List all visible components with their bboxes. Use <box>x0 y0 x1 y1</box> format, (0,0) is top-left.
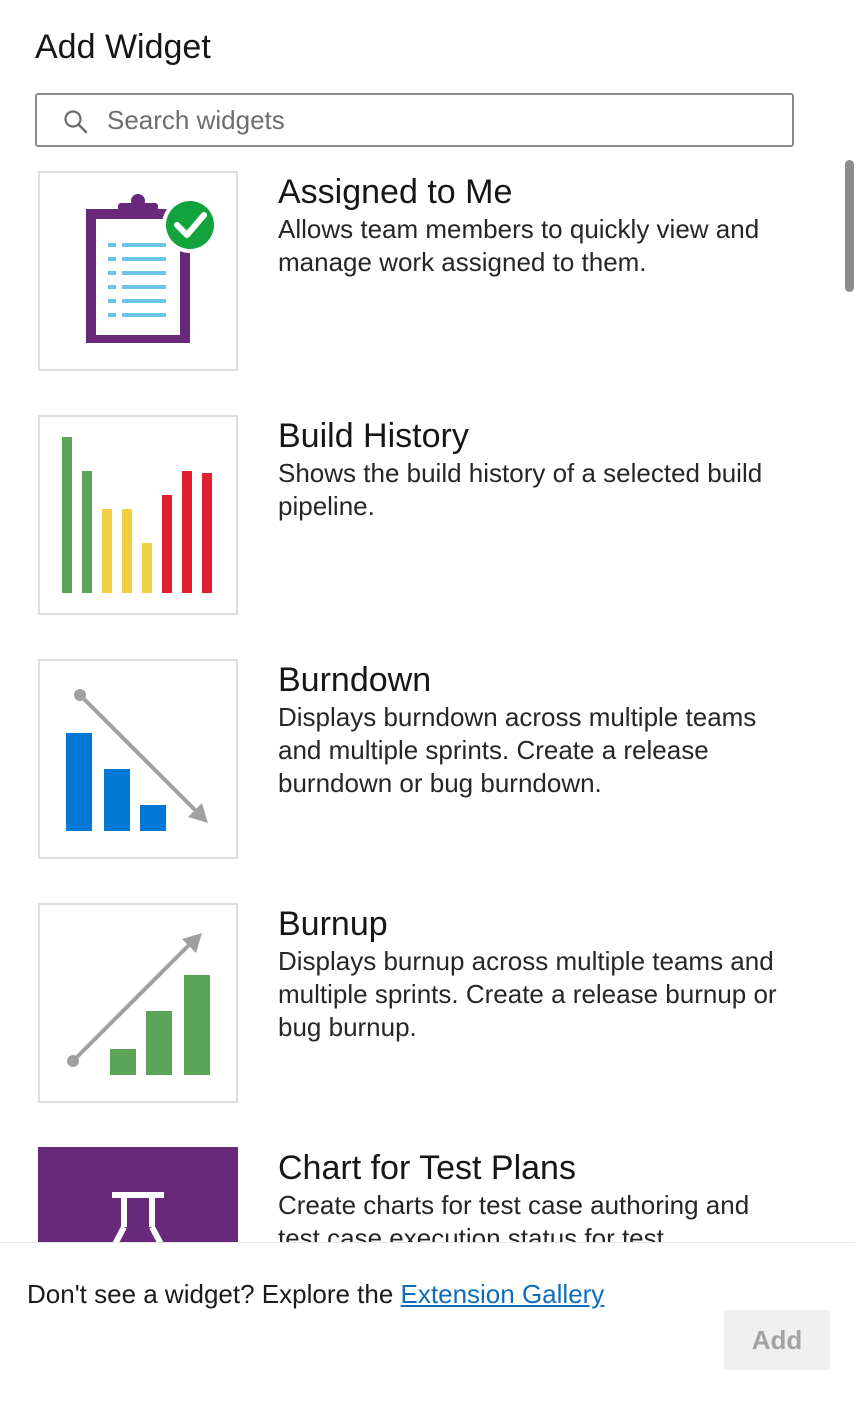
widget-item-burndown[interactable]: Burndown Displays burndown across multip… <box>38 659 818 859</box>
widget-description: Shows the build history of a selected bu… <box>278 458 763 521</box>
widget-thumbnail <box>38 659 238 859</box>
widget-thumbnail <box>38 415 238 615</box>
widget-description: Displays burnup across multiple teams an… <box>278 946 777 1042</box>
search-icon <box>64 110 88 134</box>
widget-thumbnail <box>38 1147 238 1242</box>
panel-title: Add Widget <box>35 28 211 66</box>
clipboard-check-icon <box>86 194 218 343</box>
test-flask-icon <box>112 1192 164 1242</box>
bar-history-icon <box>62 437 212 593</box>
widget-title: Burndown <box>278 661 432 699</box>
widget-thumbnail <box>38 903 238 1103</box>
add-button[interactable]: Add <box>724 1310 830 1370</box>
search-box[interactable] <box>35 93 794 147</box>
footer-message: Don't see a widget? Explore the Extensio… <box>27 1279 604 1310</box>
widget-item-chart-for-test-plans[interactable]: Chart for Test Plans Create charts for t… <box>38 1147 818 1242</box>
widget-title: Chart for Test Plans <box>278 1149 576 1187</box>
burndown-chart-icon <box>66 689 208 831</box>
widget-title: Build History <box>278 417 469 455</box>
burnup-chart-icon <box>67 933 210 1075</box>
footer-text: Don't see a widget? Explore the <box>27 1279 394 1309</box>
widget-title: Assigned to Me <box>278 173 513 211</box>
scrollbar-thumb[interactable] <box>845 160 854 292</box>
widget-list[interactable]: Assigned to Me Allows team members to qu… <box>0 150 855 1242</box>
widget-description: Displays burndown across multiple teams … <box>278 702 757 798</box>
search-input[interactable] <box>107 103 767 137</box>
widget-thumbnail <box>38 171 238 371</box>
widget-description: Create charts for test case authoring an… <box>278 1190 750 1242</box>
widget-item-build-history[interactable]: Build History Shows the build history of… <box>38 415 818 615</box>
widget-description: Allows team members to quickly view and … <box>278 214 760 277</box>
extension-gallery-link[interactable]: Extension Gallery <box>401 1279 605 1309</box>
widget-title: Burnup <box>278 905 388 943</box>
widget-item-assigned-to-me[interactable]: Assigned to Me Allows team members to qu… <box>38 171 818 371</box>
scrollbar-track[interactable] <box>843 150 855 1242</box>
widget-item-burnup[interactable]: Burnup Displays burnup across multiple t… <box>38 903 818 1103</box>
panel-footer: Don't see a widget? Explore the Extensio… <box>0 1242 855 1417</box>
